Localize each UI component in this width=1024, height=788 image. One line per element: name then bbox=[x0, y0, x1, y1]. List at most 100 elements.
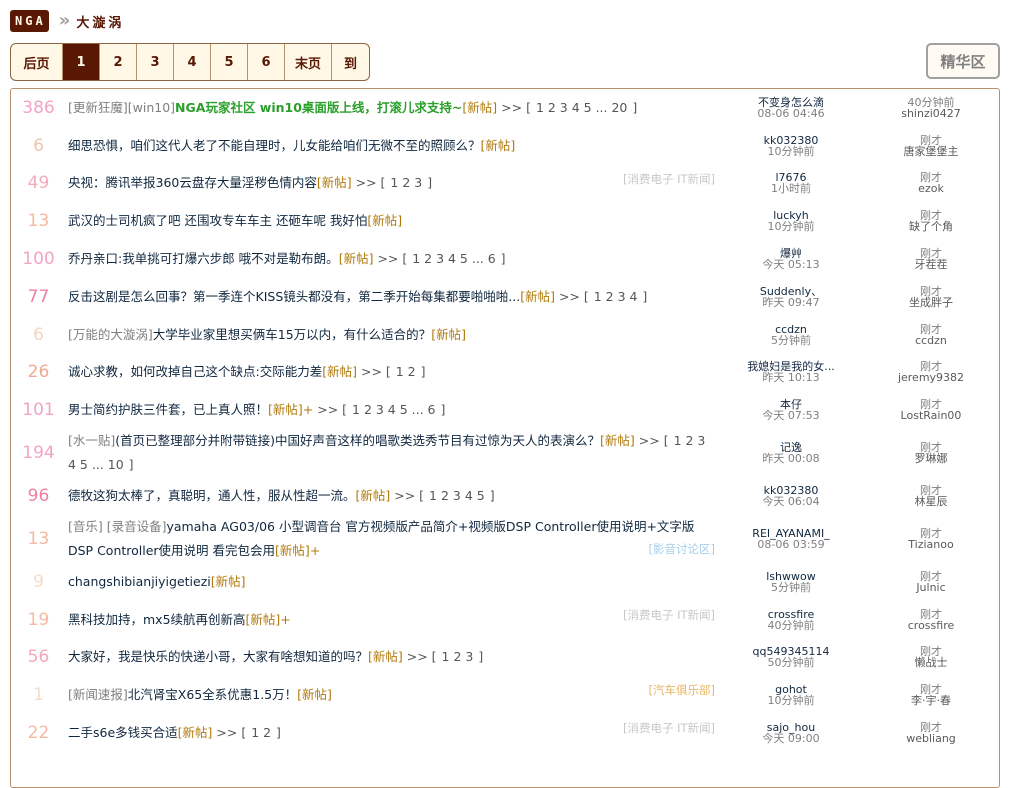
reply-count: 56 bbox=[27, 647, 50, 668]
post-time: 昨天 00:08 bbox=[762, 452, 820, 466]
reply-count: 194 bbox=[22, 443, 55, 464]
last-reply-user[interactable]: Julnic bbox=[871, 582, 991, 593]
nga-logo[interactable]: NGA bbox=[10, 10, 49, 32]
pager-page-6[interactable]: 6 bbox=[248, 44, 285, 80]
topic-title: 乔丹亲口:我单挑可打爆六步郎 哦不对是勒布朗。[新帖] >> [ 1 2 3 4… bbox=[68, 247, 716, 271]
reply-count: 26 bbox=[27, 362, 50, 383]
post-time: 昨天 09:47 bbox=[762, 295, 820, 309]
breadcrumb-separator-icon: » bbox=[58, 10, 71, 31]
last-reply-user[interactable]: ccdzn bbox=[871, 335, 991, 346]
pager-goto-button[interactable]: 到 bbox=[332, 44, 369, 80]
new-post-badge[interactable]: [新帖] bbox=[211, 574, 246, 589]
new-post-badge[interactable]: [新帖] bbox=[462, 100, 497, 115]
pager-page-4[interactable]: 4 bbox=[174, 44, 211, 80]
last-reply-user[interactable]: crossfire bbox=[871, 620, 991, 631]
pager-page-2[interactable]: 2 bbox=[100, 44, 137, 80]
topic-title-link[interactable]: 男士简约护肤三件套，已上真人照！ bbox=[68, 402, 268, 417]
topic-author: 不变身怎么滴 08-06 04:46 bbox=[731, 97, 851, 119]
topic-title-link[interactable]: 央视：腾讯举报360云盘存大量淫秽色情内容 bbox=[68, 175, 317, 190]
pager-last-button[interactable]: 末页 bbox=[285, 44, 332, 80]
last-reply-user[interactable]: 缺了个角 bbox=[871, 221, 991, 232]
new-post-badge[interactable]: [新帖] bbox=[246, 612, 281, 627]
topic-category[interactable]: [影音讨论区] bbox=[649, 541, 715, 557]
last-reply-user[interactable]: 坐成胖子 bbox=[871, 297, 991, 308]
new-post-badge[interactable]: [新帖] bbox=[317, 175, 352, 190]
new-post-badge[interactable]: [新帖] bbox=[367, 213, 402, 228]
topic-title-link[interactable]: 北汽肾宝X65全系优惠1.5万！ bbox=[128, 687, 297, 702]
reply-count: 13 bbox=[27, 211, 50, 232]
new-post-badge[interactable]: [新帖] bbox=[322, 364, 357, 379]
topic-prefix[interactable]: [更新狂魔][win10] bbox=[68, 100, 175, 115]
last-reply-user[interactable]: 罗琳娜 bbox=[871, 453, 991, 464]
topic-page-links[interactable]: 1 2 3 4 bbox=[594, 289, 638, 304]
topic-title-link[interactable]: 德牧这狗太棒了，真聪明，通人性，服从性超一流。 bbox=[68, 488, 356, 503]
topic-prefix[interactable]: [万能的大漩涡] bbox=[68, 327, 153, 342]
pager-page-5[interactable]: 5 bbox=[211, 44, 248, 80]
topic-prefix[interactable]: [音乐] [录音设备] bbox=[68, 519, 166, 534]
topic-page-links[interactable]: 1 2 3 bbox=[442, 649, 474, 664]
last-reply: 刚才 林星辰 bbox=[871, 485, 991, 507]
topic-page-links[interactable]: 1 2 3 4 5 ... 6 bbox=[412, 251, 495, 266]
topic-title-link[interactable]: 大家好，我是快乐的快递小哥，大家有啥想知道的吗？ bbox=[68, 649, 368, 664]
new-post-badge[interactable]: [新帖] bbox=[481, 138, 516, 153]
new-post-badge[interactable]: [新帖] bbox=[268, 402, 303, 417]
new-post-badge[interactable]: [新帖] bbox=[297, 687, 332, 702]
topic-title-link[interactable]: 诚心求教，如何改掉自己这个缺点:交际能力差 bbox=[68, 364, 322, 379]
topic-title-link[interactable]: NGA玩家社区 win10桌面版上线，打滚儿求支持~ bbox=[175, 100, 462, 115]
last-reply-user[interactable]: ezok bbox=[871, 183, 991, 194]
last-reply: 刚才 缺了个角 bbox=[871, 210, 991, 232]
last-reply-user[interactable]: 林星辰 bbox=[871, 496, 991, 507]
last-reply: 刚才 李·宇·春 bbox=[871, 684, 991, 706]
topic-title-link[interactable]: 大学毕业家里想买俩车15万以内，有什么适合的？ bbox=[153, 327, 431, 342]
pager-prev-button[interactable]: 后页 bbox=[11, 44, 63, 80]
topic-page-links[interactable]: 1 2 bbox=[396, 364, 416, 379]
new-post-badge[interactable]: [新帖] bbox=[600, 433, 635, 448]
topic-title: 德牧这狗太棒了，真聪明，通人性，服从性超一流。[新帖] >> [ 1 2 3 4… bbox=[68, 484, 716, 508]
topic-category[interactable]: [消费电子 IT新闻] bbox=[623, 720, 715, 736]
topic-row: 194 [水一贴](首页已整理部分并附带链接)中国好声音这样的唱歌类选秀节目有过惊… bbox=[11, 429, 999, 477]
last-reply-user[interactable]: 懒战士 bbox=[871, 657, 991, 668]
topic-title: 央视：腾讯举报360云盘存大量淫秽色情内容[新帖] >> [ 1 2 3 ] bbox=[68, 171, 716, 195]
topic-category[interactable]: [汽车俱乐部] bbox=[649, 682, 715, 698]
topic-prefix[interactable]: [新闻速报] bbox=[68, 687, 128, 702]
elite-section-button[interactable]: 精华区 bbox=[926, 43, 1000, 79]
topic-page-links[interactable]: 1 2 3 4 5 bbox=[429, 488, 485, 503]
topic-author: REI_AYANAMI_ 08-06 03:59 bbox=[731, 528, 851, 550]
topic-title-link[interactable]: 反击这剧是怎么回事？第一季连个KISS镜头都没有，第二季开始每集都要啪啪啪... bbox=[68, 289, 520, 304]
topic-page-links[interactable]: 1 2 3 4 5 ... 6 bbox=[352, 402, 435, 417]
last-reply-user[interactable]: 李·宇·春 bbox=[871, 695, 991, 706]
breadcrumb-forum-link[interactable]: 大漩涡 bbox=[76, 12, 124, 31]
topic-category[interactable]: [消费电子 IT新闻] bbox=[623, 607, 715, 623]
topic-title-link[interactable]: 细思恐惧，咱们这代人老了不能自理时，儿女能给咱们无微不至的照顾么？ bbox=[68, 138, 481, 153]
topic-title-link[interactable]: changshibianjiyigetiezi bbox=[68, 574, 211, 589]
new-post-badge[interactable]: [新帖] bbox=[431, 327, 466, 342]
last-reply-user[interactable]: shinzi0427 bbox=[871, 108, 991, 119]
new-post-badge[interactable]: [新帖] bbox=[520, 289, 555, 304]
pager-page-1[interactable]: 1 bbox=[63, 44, 100, 80]
topic-page-links[interactable]: 1 2 3 bbox=[390, 175, 422, 190]
last-reply-user[interactable]: 牙茬茬 bbox=[871, 259, 991, 270]
topic-title-link[interactable]: 二手s6e多钱买合适 bbox=[68, 725, 178, 740]
topic-title: 反击这剧是怎么回事？第一季连个KISS镜头都没有，第二季开始每集都要啪啪啪...… bbox=[68, 285, 716, 309]
last-reply-user[interactable]: jeremy9382 bbox=[871, 372, 991, 383]
last-reply-user[interactable]: webliang bbox=[871, 733, 991, 744]
last-reply: 刚才 ezok bbox=[871, 172, 991, 194]
new-post-badge[interactable]: [新帖] bbox=[178, 725, 213, 740]
topic-author: kk032380 今天 06:04 bbox=[731, 485, 851, 507]
new-post-badge[interactable]: [新帖] bbox=[368, 649, 403, 664]
topic-page-links[interactable]: 1 2 3 4 5 ... 20 bbox=[536, 100, 627, 115]
new-post-badge[interactable]: [新帖] bbox=[275, 543, 310, 558]
new-post-badge[interactable]: [新帖] bbox=[356, 488, 391, 503]
topic-prefix[interactable]: [水一贴] bbox=[68, 433, 115, 448]
last-reply-user[interactable]: LostRain00 bbox=[871, 410, 991, 421]
last-reply-user[interactable]: 唐家堡堡主 bbox=[871, 146, 991, 157]
topic-title-link[interactable]: 武汉的士司机疯了吧 还围攻专车车主 还砸车呢 我好怕 bbox=[68, 213, 367, 228]
topic-title-link[interactable]: (首页已整理部分并附带链接)中国好声音这样的唱歌类选秀节目有过惊为天人的表演么？ bbox=[115, 433, 600, 448]
topic-category[interactable]: [消费电子 IT新闻] bbox=[623, 171, 715, 187]
new-post-badge[interactable]: [新帖] bbox=[339, 251, 374, 266]
pager-page-3[interactable]: 3 bbox=[137, 44, 174, 80]
topic-title-link[interactable]: 乔丹亲口:我单挑可打爆六步郎 哦不对是勒布朗。 bbox=[68, 251, 339, 266]
topic-page-links[interactable]: 1 2 bbox=[251, 725, 271, 740]
topic-title-link[interactable]: 黑科技加持，mx5续航再创新高 bbox=[68, 612, 246, 627]
last-reply-user[interactable]: Tizianoo bbox=[871, 539, 991, 550]
